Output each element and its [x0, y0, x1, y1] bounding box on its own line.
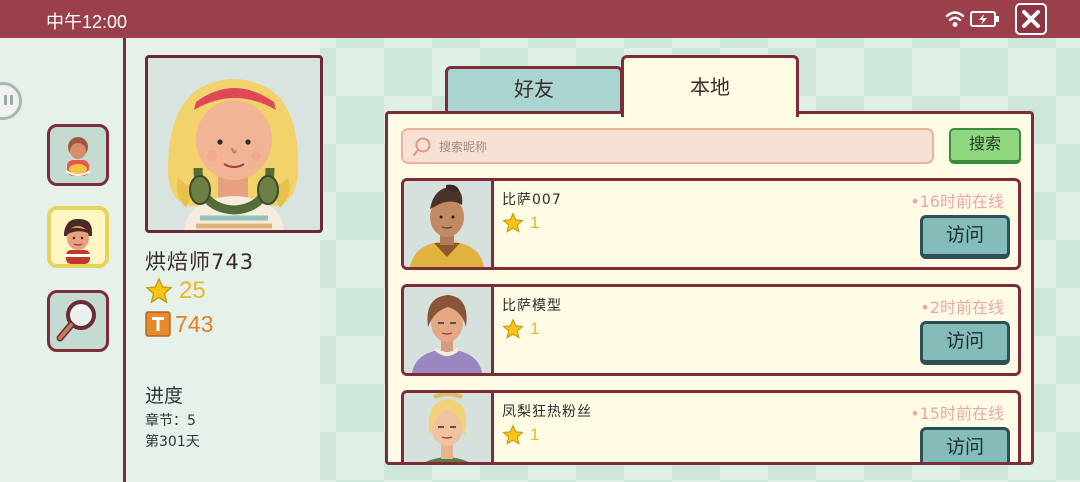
tab-friends[interactable]: 好友: [445, 66, 623, 114]
friend-avatar-icon: [64, 218, 92, 264]
tickets-stat: 743: [145, 310, 213, 338]
friend-online-status: 16时前在线: [910, 188, 1004, 212]
friend-name: 凤梨狂热粉丝: [502, 404, 592, 420]
nav-search-button[interactable]: [47, 290, 109, 352]
star-icon: [502, 424, 524, 445]
tickets-value: 743: [175, 310, 214, 337]
day-label: 第301天: [145, 434, 200, 450]
search-icon: [413, 137, 431, 156]
progress-title: 进度: [145, 385, 184, 407]
stars-stat: 25: [145, 277, 206, 305]
left-nav: [0, 38, 126, 482]
close-icon: [1022, 10, 1040, 28]
nav-recipes-button[interactable]: [47, 124, 109, 186]
friend-online-status: 2时前在线: [920, 294, 1004, 318]
friend-name: 比萨007: [502, 192, 562, 208]
battery-icon: [970, 11, 999, 27]
friend-card: 比萨007 1 16时前在线 访问: [401, 178, 1021, 270]
chapter-label: 章节：5: [145, 413, 196, 429]
friend-card: 比萨模型 1 2时前在线 访问: [401, 284, 1021, 376]
nav-friends-button[interactable]: [47, 206, 109, 268]
search-box[interactable]: [401, 128, 934, 164]
magnifier-icon: [56, 300, 96, 342]
visit-button[interactable]: 访问: [920, 215, 1010, 259]
friends-list-panel: 搜索 比萨007 1 16时前在线 访问: [385, 111, 1034, 465]
wifi-icon: [945, 11, 965, 27]
collapse-button[interactable]: [0, 82, 22, 120]
visit-button[interactable]: 访问: [920, 321, 1010, 365]
friend-star-count: 1: [530, 319, 540, 338]
star-icon: [502, 212, 524, 233]
tab-local[interactable]: 本地: [621, 55, 799, 117]
player-portrait: [145, 55, 323, 233]
player-name: 烘焙师743: [145, 250, 255, 274]
friend-name: 比萨模型: [502, 298, 562, 314]
friend-stars: 1: [502, 424, 539, 446]
friend-card: 凤梨狂热粉丝 1 15时前在线 访问: [401, 390, 1021, 462]
friend-avatar: [404, 287, 494, 373]
visit-button[interactable]: 访问: [920, 427, 1010, 462]
star-icon: [502, 318, 524, 339]
search-input[interactable]: [437, 133, 921, 161]
star-icon: [145, 277, 173, 304]
friend-online-status: 15时前在线: [910, 400, 1004, 424]
ticket-icon: [145, 311, 171, 337]
friend-avatar: [404, 393, 494, 462]
friend-stars: 1: [502, 212, 539, 234]
search-button[interactable]: 搜索: [949, 128, 1021, 164]
clock: 中午12:00: [46, 12, 128, 32]
friend-star-count: 1: [530, 425, 540, 444]
friend-star-count: 1: [530, 213, 540, 232]
stars-value: 25: [179, 277, 206, 304]
status-bar: 中午12:00: [0, 0, 1080, 38]
friend-avatar: [404, 181, 494, 267]
recipe-chef-icon: [65, 137, 91, 176]
pause-icon: [4, 95, 13, 105]
friend-stars: 1: [502, 318, 539, 340]
close-button[interactable]: [1015, 3, 1047, 35]
